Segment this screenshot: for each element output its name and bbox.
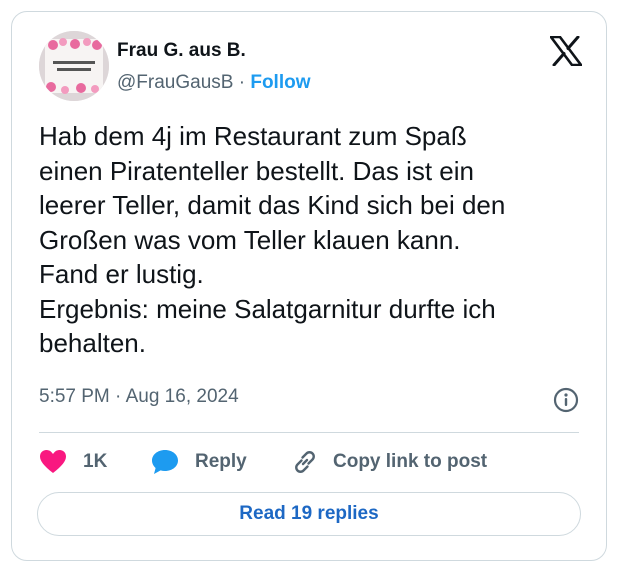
x-logo-icon[interactable]: [549, 35, 583, 67]
reply-bubble-icon: [152, 450, 178, 474]
link-icon: [295, 451, 315, 473]
read-replies-label: Read 19 replies: [239, 503, 379, 524]
tweet-text: Hab dem 4j im Restaurant zum Spaß einen …: [39, 121, 506, 358]
avatar-mug-image: [39, 31, 109, 101]
author-handle[interactable]: @FrauGausB: [117, 72, 233, 93]
avatar[interactable]: [39, 31, 109, 101]
author-handle-row: @FrauGausB · Follow: [117, 72, 311, 94]
like-count: 1K: [83, 451, 108, 472]
author-name[interactable]: Frau G. aus B.: [117, 40, 246, 62]
heart-icon: [40, 450, 66, 473]
tweet-timestamp[interactable]: 5:57 PM · Aug 16, 2024: [39, 386, 239, 408]
read-replies-button[interactable]: Read 19 replies: [37, 492, 581, 536]
copy-link-label: Copy link to post: [333, 451, 488, 472]
separator-dot: ·: [238, 72, 246, 93]
tweet-card: Frau G. aus B. @FrauGausB · Follow Hab d…: [11, 11, 607, 561]
info-icon[interactable]: [553, 387, 579, 413]
follow-button[interactable]: Follow: [250, 72, 310, 93]
action-bar: 1K Reply Copy link to post: [39, 448, 584, 476]
reply-button[interactable]: Reply: [151, 448, 247, 476]
reply-label: Reply: [195, 451, 247, 472]
copy-link-button[interactable]: Copy link to post: [291, 448, 487, 476]
like-button[interactable]: 1K: [39, 448, 107, 476]
divider: [39, 432, 579, 433]
